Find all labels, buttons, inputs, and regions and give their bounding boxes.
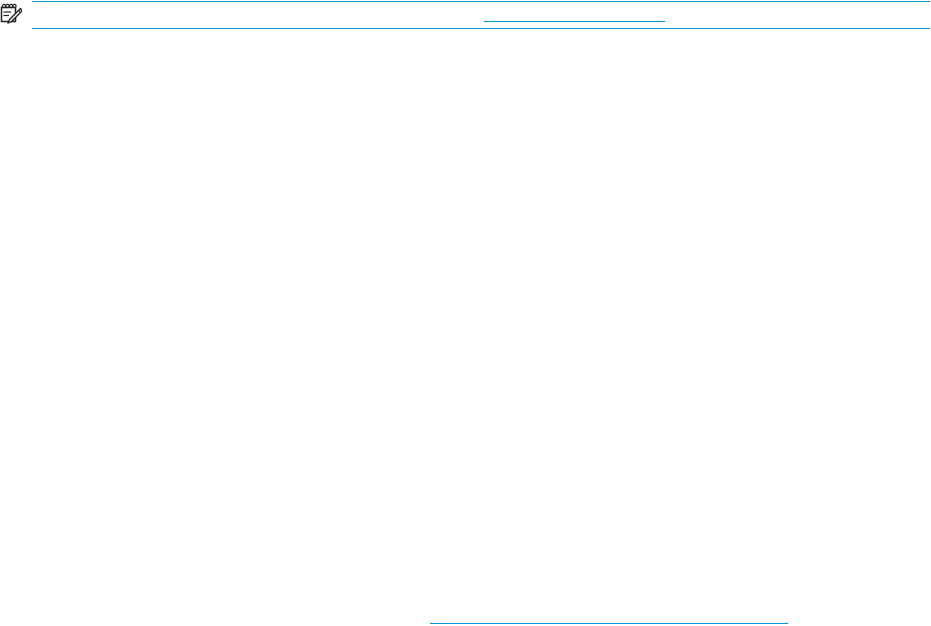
note-link[interactable] [484, 7, 665, 22]
document-page [0, 0, 931, 626]
footer-link[interactable] [430, 609, 788, 624]
note-top-rule [32, 1, 930, 2]
note-icon [0, 2, 23, 24]
note-box [0, 0, 931, 29]
note-bottom-rule [32, 28, 930, 29]
